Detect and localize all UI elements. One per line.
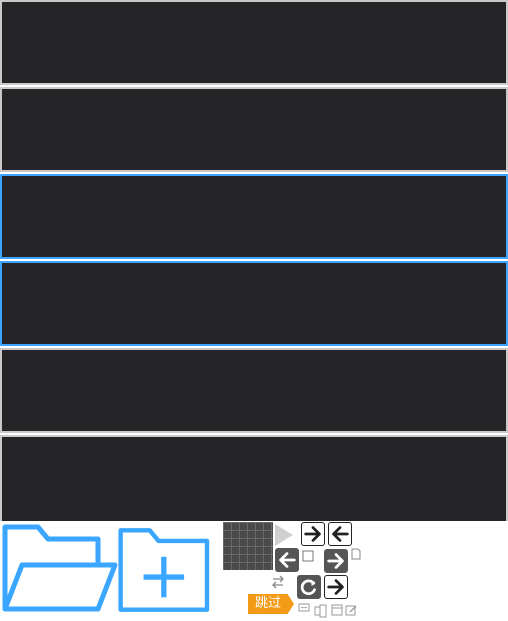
refresh-icon[interactable] [297,575,321,599]
device-icon[interactable] [314,604,330,618]
window-icon[interactable] [302,550,314,562]
app-stage: 跳过 [0,0,508,621]
page-icon[interactable] [350,548,362,560]
grid-icon[interactable] [223,522,273,570]
new-folder-icon[interactable] [118,521,236,619]
play-icon[interactable] [275,524,293,546]
list-panel-selected[interactable] [0,174,508,259]
list-panel[interactable] [0,0,508,85]
skip-button[interactable]: 跳过 [248,594,294,614]
arrow-left-icon[interactable] [275,548,299,572]
list-panel[interactable] [0,435,508,521]
list-panel[interactable] [0,87,508,172]
comment-icon[interactable] [298,602,310,614]
arrow-right-icon[interactable] [301,522,325,546]
swap-icon[interactable] [270,574,286,590]
window-icon[interactable] [331,604,343,616]
list-panel[interactable] [0,348,508,433]
open-folder-icon[interactable] [0,521,118,619]
arrow-left-icon[interactable] [328,522,352,546]
edit-icon[interactable] [345,604,357,616]
list-panel-selected[interactable] [0,261,508,346]
arrow-right-icon[interactable] [324,549,348,573]
arrow-right-icon[interactable] [324,575,348,599]
